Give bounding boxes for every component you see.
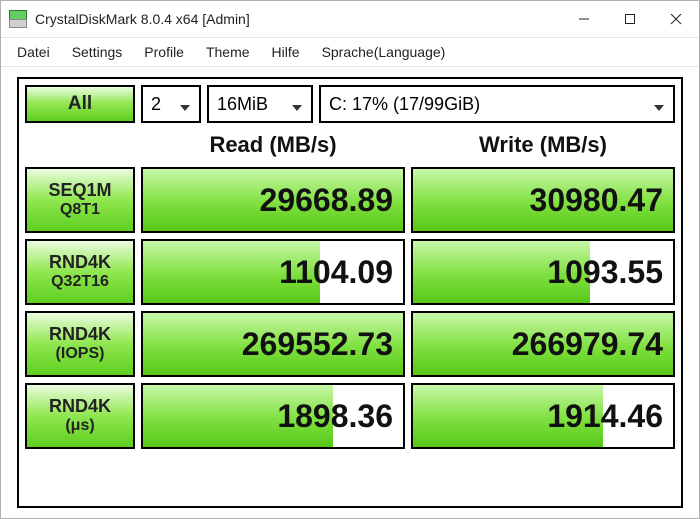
runs-select[interactable]: 2	[141, 85, 201, 123]
header-row: Read (MB/s) Write (MB/s)	[25, 129, 675, 161]
test-label-l2: Q8T1	[60, 201, 100, 219]
menu-file[interactable]: Datei	[7, 42, 60, 62]
chevron-down-icon	[653, 98, 665, 110]
app-icon	[9, 10, 27, 28]
result-rnd4k-q32t16-read: 1104.09	[141, 239, 405, 305]
test-label-l2: Q32T16	[51, 273, 109, 291]
results-panel: All 2 16MiB C: 17% (17/99GiB) Read (MB/s…	[17, 77, 683, 508]
close-button[interactable]	[653, 1, 699, 37]
test-button-rnd4k-iops[interactable]: RND4K (IOPS)	[25, 311, 135, 377]
menu-settings[interactable]: Settings	[62, 42, 133, 62]
minimize-button[interactable]	[561, 1, 607, 37]
app-window: CrystalDiskMark 8.0.4 x64 [Admin] Datei …	[0, 0, 700, 519]
test-label-l1: RND4K	[49, 253, 111, 273]
menubar: Datei Settings Profile Theme Hilfe Sprac…	[1, 38, 699, 67]
result-rnd4k-iops-read: 269552.73	[141, 311, 405, 377]
window-title: CrystalDiskMark 8.0.4 x64 [Admin]	[35, 11, 561, 27]
result-rnd4k-q32t16-write: 1093.55	[411, 239, 675, 305]
result-rnd4k-us-write: 1914.46	[411, 383, 675, 449]
controls-row: All 2 16MiB C: 17% (17/99GiB)	[25, 85, 675, 123]
drive-value: C: 17% (17/99GiB)	[329, 94, 480, 115]
test-button-seq1m[interactable]: SEQ1M Q8T1	[25, 167, 135, 233]
result-seq1m-write: 30980.47	[411, 167, 675, 233]
size-select[interactable]: 16MiB	[207, 85, 313, 123]
result-rnd4k-us-read: 1898.36	[141, 383, 405, 449]
result-value: 1914.46	[413, 385, 673, 447]
window-controls	[561, 1, 699, 37]
titlebar: CrystalDiskMark 8.0.4 x64 [Admin]	[1, 1, 699, 38]
menu-help[interactable]: Hilfe	[262, 42, 310, 62]
menu-language[interactable]: Sprache(Language)	[312, 42, 456, 62]
test-button-rnd4k-us[interactable]: RND4K (μs)	[25, 383, 135, 449]
test-button-rnd4k-q32t16[interactable]: RND4K Q32T16	[25, 239, 135, 305]
test-label-l2: (μs)	[65, 417, 94, 435]
test-row-rnd4k-us: RND4K (μs) 1898.36 1914.46	[25, 383, 675, 449]
menu-theme[interactable]: Theme	[196, 42, 260, 62]
runs-value: 2	[151, 94, 161, 115]
chevron-down-icon	[179, 98, 191, 110]
size-value: 16MiB	[217, 94, 268, 115]
drive-select[interactable]: C: 17% (17/99GiB)	[319, 85, 675, 123]
test-row-rnd4k-iops: RND4K (IOPS) 269552.73 266979.74	[25, 311, 675, 377]
run-all-button[interactable]: All	[25, 85, 135, 123]
run-all-label: All	[68, 93, 92, 115]
test-label-l1: RND4K	[49, 325, 111, 345]
test-label-l2: (IOPS)	[56, 345, 105, 363]
result-value: 30980.47	[413, 169, 673, 231]
result-value: 269552.73	[143, 313, 403, 375]
selectors: 2 16MiB C: 17% (17/99GiB)	[141, 85, 675, 123]
maximize-button[interactable]	[607, 1, 653, 37]
client-area: All 2 16MiB C: 17% (17/99GiB) Read (MB/s…	[1, 67, 699, 518]
chevron-down-icon	[291, 98, 303, 110]
result-seq1m-read: 29668.89	[141, 167, 405, 233]
header-spacer	[25, 129, 135, 161]
read-header: Read (MB/s)	[141, 129, 405, 161]
test-row-rnd4k-q32t16: RND4K Q32T16 1104.09 1093.55	[25, 239, 675, 305]
result-value: 1104.09	[143, 241, 403, 303]
menu-profile[interactable]: Profile	[134, 42, 194, 62]
test-row-seq1m: SEQ1M Q8T1 29668.89 30980.47	[25, 167, 675, 233]
test-label-l1: SEQ1M	[48, 181, 111, 201]
result-rnd4k-iops-write: 266979.74	[411, 311, 675, 377]
write-header: Write (MB/s)	[411, 129, 675, 161]
result-value: 1093.55	[413, 241, 673, 303]
result-value: 266979.74	[413, 313, 673, 375]
test-label-l1: RND4K	[49, 397, 111, 417]
result-value: 29668.89	[143, 169, 403, 231]
result-value: 1898.36	[143, 385, 403, 447]
